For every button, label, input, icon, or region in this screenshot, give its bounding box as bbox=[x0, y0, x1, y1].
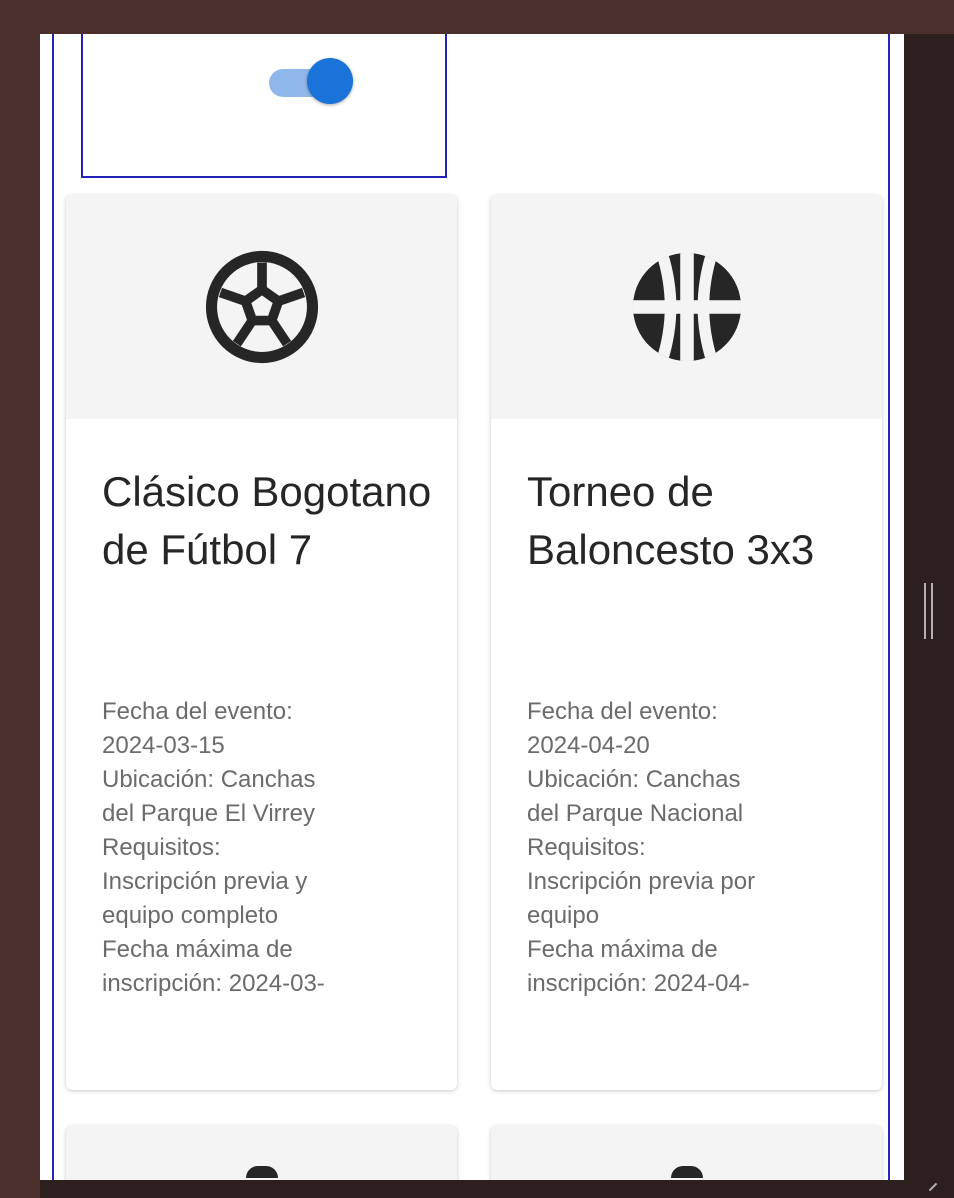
panel-resize-handle[interactable] bbox=[924, 583, 933, 639]
event-deadline: inscripción: 2024-03- bbox=[102, 970, 325, 997]
selected-category-card[interactable] bbox=[81, 34, 447, 178]
event-location: del Parque El Virrey bbox=[102, 800, 315, 827]
soccer-ball-icon bbox=[205, 250, 318, 364]
event-title: Torneo de Baloncesto 3x3 bbox=[527, 468, 815, 573]
frame-border-right bbox=[888, 34, 890, 1180]
event-card-media bbox=[491, 195, 882, 419]
event-detail-line: Fecha del evento: bbox=[527, 698, 718, 725]
event-card-media bbox=[66, 195, 457, 419]
event-detail-line: Fecha del evento: bbox=[102, 698, 293, 725]
event-card-next[interactable] bbox=[491, 1126, 882, 1180]
category-icon-partial bbox=[244, 34, 284, 36]
event-detail-line: Fecha máxima de bbox=[527, 936, 718, 963]
event-location: del Parque Nacional bbox=[527, 800, 744, 827]
event-deadline: inscripción: 2024-04- bbox=[527, 970, 750, 997]
event-requirements: Inscripción previa por bbox=[527, 868, 756, 895]
window-top-bar bbox=[0, 0, 954, 34]
page-viewport: Clásico Bogotano de Fútbol 7 Fecha del e… bbox=[40, 34, 904, 1180]
event-icon-partial bbox=[246, 1166, 278, 1178]
event-date: 2024-03-15 bbox=[102, 732, 225, 759]
toggle-switch[interactable] bbox=[269, 56, 355, 106]
event-requirements: equipo completo bbox=[102, 902, 279, 929]
frame-border-left bbox=[52, 34, 54, 1180]
event-card-next[interactable] bbox=[66, 1126, 457, 1180]
basketball-icon bbox=[632, 252, 741, 362]
window-bottom-bar bbox=[40, 1180, 954, 1198]
event-date: 2024-04-20 bbox=[527, 732, 650, 759]
event-detail-line: Fecha máxima de bbox=[102, 936, 293, 963]
event-requirements: equipo bbox=[527, 902, 600, 929]
event-card-basketball[interactable]: Torneo de Baloncesto 3x3 Fecha del event… bbox=[491, 195, 882, 1090]
event-title: Clásico Bogotano de Fútbol 7 bbox=[102, 468, 432, 573]
event-icon-partial bbox=[671, 1166, 703, 1178]
event-detail-line: Ubicación: Canchas bbox=[527, 766, 741, 793]
event-detail-line: Ubicación: Canchas bbox=[102, 766, 316, 793]
toggle-thumb bbox=[307, 58, 353, 104]
event-card-soccer[interactable]: Clásico Bogotano de Fútbol 7 Fecha del e… bbox=[66, 195, 457, 1090]
event-detail-line: Requisitos: bbox=[527, 834, 646, 861]
event-details: Fecha del evento: 2024-04-20 Ubicación: … bbox=[527, 695, 867, 1001]
event-requirements: Inscripción previa y bbox=[102, 868, 308, 895]
event-details: Fecha del evento: 2024-03-15 Ubicación: … bbox=[102, 695, 442, 1001]
event-detail-line: Requisitos: bbox=[102, 834, 221, 861]
